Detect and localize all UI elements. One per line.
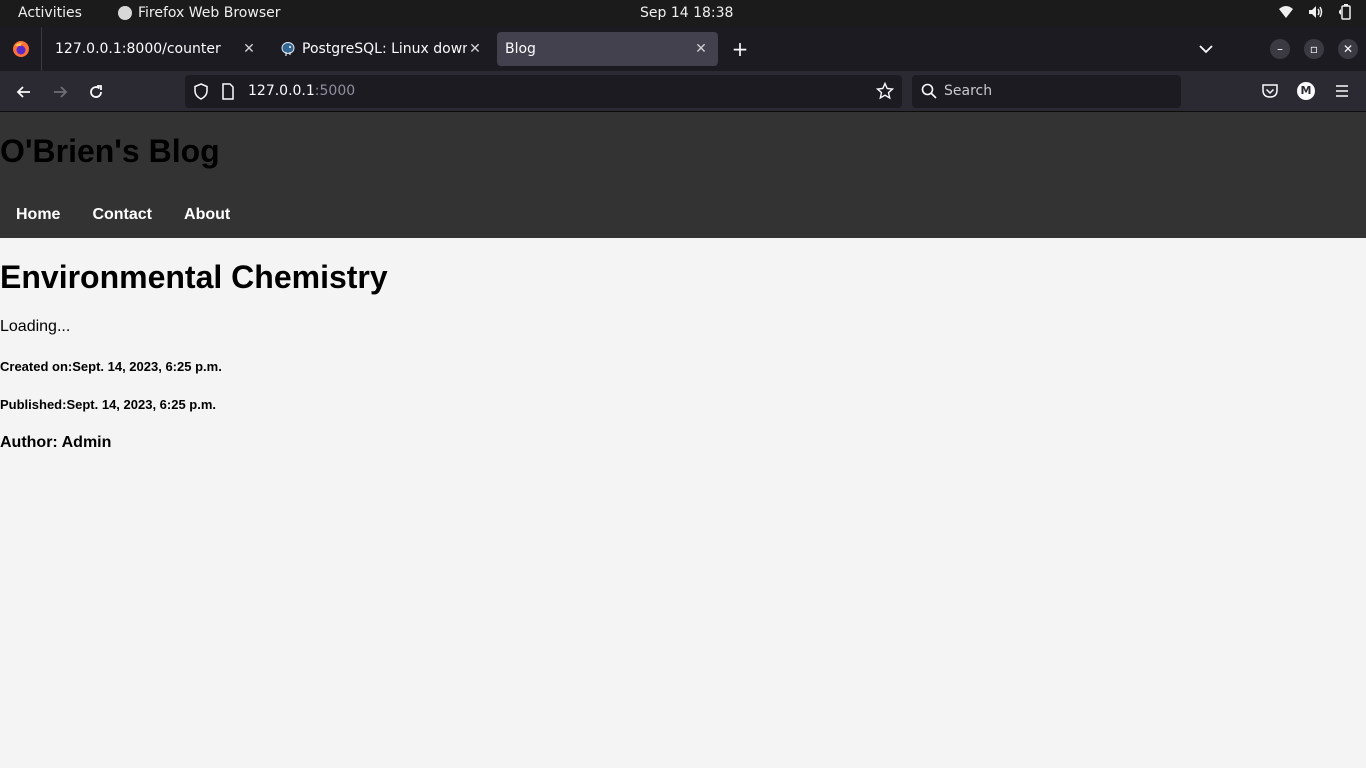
firefox-app-icon: [118, 6, 132, 20]
search-placeholder: Search: [944, 83, 993, 99]
app-menu-button[interactable]: [1332, 81, 1352, 101]
url-bar[interactable]: 127.0.0.1:5000: [185, 75, 902, 108]
bookmark-star-icon[interactable]: [876, 82, 894, 100]
search-icon: [921, 83, 937, 99]
site-nav: Home Contact About: [16, 206, 230, 224]
post-author: Author: Admin: [0, 434, 112, 451]
close-window-button[interactable]: ✕: [1338, 39, 1358, 59]
search-bar[interactable]: Search: [912, 75, 1181, 108]
site-title: O'Brien's Blog: [0, 133, 220, 169]
list-all-tabs-button[interactable]: [1195, 39, 1217, 59]
site-header: O'Brien's Blog Home Contact About: [0, 112, 1366, 238]
reload-icon: [90, 85, 102, 98]
system-top-bar: Activities Firefox Web Browser Sep 14 18…: [0, 0, 1366, 27]
battery-icon: [1339, 4, 1351, 20]
app-name-label: Firefox Web Browser: [138, 5, 281, 21]
page-content: O'Brien's Blog Home Contact About Enviro…: [0, 112, 1366, 768]
tab-postgresql[interactable]: PostgreSQL: Linux downloads ✕: [270, 32, 492, 66]
firefox-logo-icon: [12, 41, 29, 57]
hamburger-menu-icon: [1336, 85, 1348, 97]
chevron-down-icon: [1199, 45, 1213, 54]
new-tab-button[interactable]: +: [729, 38, 751, 60]
nav-link-about[interactable]: About: [184, 206, 230, 224]
reload-button[interactable]: [84, 80, 108, 104]
tab-counter[interactable]: 127.0.0.1:8000/counter ✕: [44, 32, 266, 66]
restore-window-button[interactable]: ▫: [1304, 39, 1324, 59]
pocket-icon: [1262, 84, 1278, 98]
back-arrow-icon: [16, 86, 30, 98]
tab-title: 127.0.0.1:8000/counter: [55, 41, 221, 57]
system-tray[interactable]: [1278, 4, 1352, 20]
shield-icon[interactable]: [193, 83, 209, 100]
url-port: :5000: [314, 83, 356, 99]
nav-link-home[interactable]: Home: [16, 206, 60, 224]
post-published-date: Published:Sept. 14, 2023, 6:25 p.m.: [0, 397, 217, 412]
clock[interactable]: Sep 14 18:38: [640, 5, 733, 21]
post-body: Loading...: [0, 318, 71, 335]
back-button[interactable]: [12, 80, 36, 104]
navigation-toolbar: 127.0.0.1:5000 Search M: [0, 71, 1366, 112]
volume-icon: [1309, 6, 1323, 18]
forward-arrow-icon: [54, 86, 68, 98]
url-host: 127.0.0.1: [248, 83, 315, 99]
activities-button[interactable]: Activities: [18, 5, 82, 21]
firefox-view-button[interactable]: [0, 27, 42, 71]
page-info-icon[interactable]: [221, 83, 235, 100]
post-created-date: Created on:Sept. 14, 2023, 6:25 p.m.: [0, 359, 222, 374]
account-avatar: M: [1297, 82, 1315, 100]
app-menu[interactable]: Firefox Web Browser: [118, 5, 281, 21]
minimize-window-button[interactable]: –: [1270, 39, 1290, 59]
tab-title: PostgreSQL: Linux downloads: [302, 41, 467, 57]
tab-blog[interactable]: Blog ✕: [497, 32, 718, 66]
wifi-icon: [1279, 6, 1293, 18]
close-tab-icon[interactable]: ✕: [240, 40, 258, 58]
url-text[interactable]: 127.0.0.1:5000: [248, 83, 355, 99]
account-button[interactable]: M: [1296, 81, 1316, 101]
tab-strip: 127.0.0.1:8000/counter ✕ PostgreSQL: Lin…: [0, 27, 1366, 71]
close-tab-icon[interactable]: ✕: [692, 40, 710, 58]
tab-title: Blog: [505, 41, 536, 57]
pocket-button[interactable]: [1260, 81, 1280, 101]
nav-link-contact[interactable]: Contact: [92, 206, 152, 224]
close-tab-icon[interactable]: ✕: [466, 40, 484, 58]
postgresql-elephant-icon: [281, 42, 295, 56]
post-title: Environmental Chemistry: [0, 259, 388, 295]
forward-button[interactable]: [48, 80, 72, 104]
